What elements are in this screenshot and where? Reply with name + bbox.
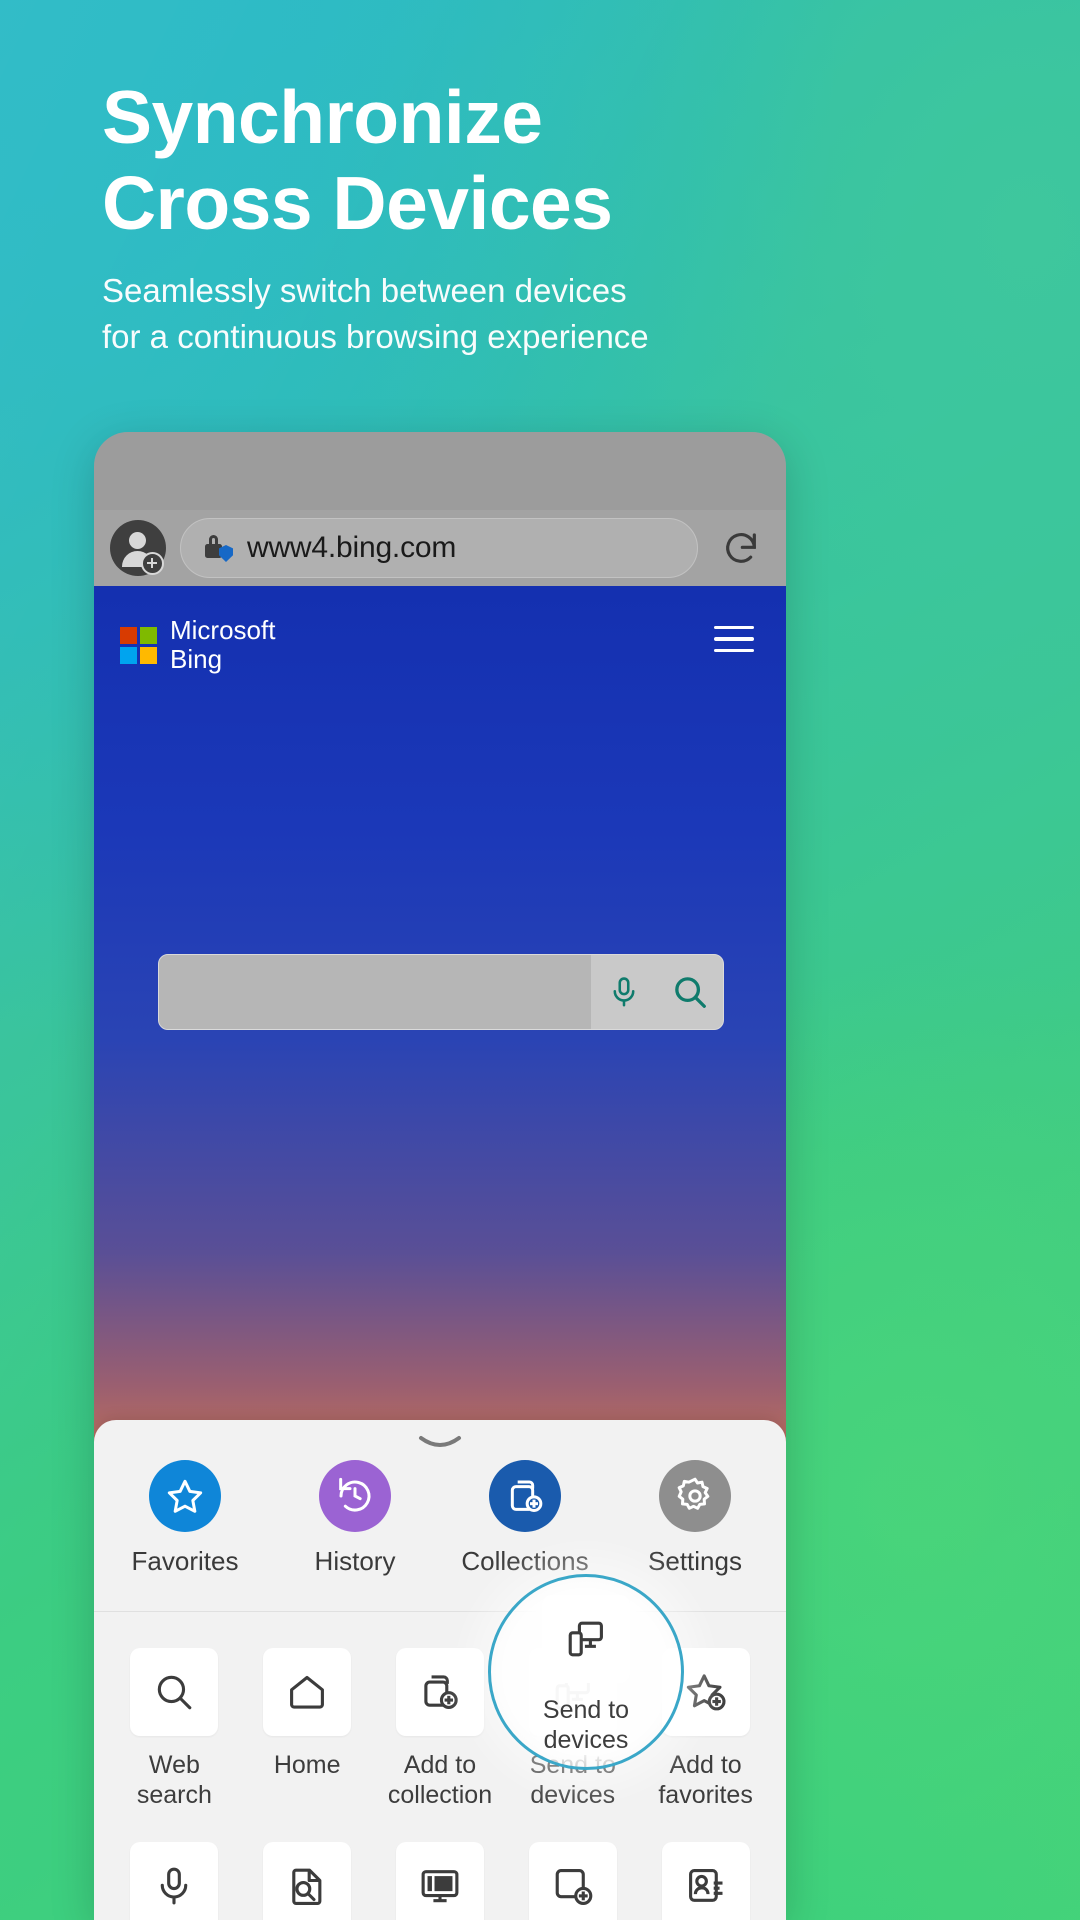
browser-status-bar [94,432,786,510]
page-subtitle: Seamlessly switch between devices for a … [102,272,649,355]
option-new-inprivate-tab[interactable]: New InPrivate tab [639,1832,772,1920]
avatar-plus-badge [141,552,164,575]
option-send-to-devices[interactable]: Send to devices [506,1638,639,1810]
search-icon[interactable] [657,973,723,1011]
history-icon [319,1460,391,1532]
option-label: Web search [136,1751,212,1809]
hamburger-menu-icon[interactable] [714,626,754,653]
page-title: Synchronize Cross Devices [102,75,613,245]
option-label: Home [273,1751,341,1779]
search-icon [130,1648,219,1736]
hero-text-block: Synchronize Cross Devices Seamlessly swi… [102,74,962,360]
microphone-icon[interactable] [591,975,657,1009]
option-web-search[interactable]: Web search [108,1638,241,1810]
option-view-desktop-site[interactable]: View desktop site [374,1832,507,1920]
bing-wordmark: Microsoft Bing [170,615,276,674]
sheet-divider [94,1611,786,1612]
option-voice-search[interactable]: Voice search [108,1832,241,1920]
bing-search-input[interactable] [158,954,724,1030]
refresh-icon[interactable] [712,519,770,577]
search-text-field[interactable] [159,955,591,1029]
quick-actions-row: Favorites History Collections Settings [94,1460,786,1602]
option-label: Send to devices [529,1751,616,1809]
find-on-page-icon [263,1842,352,1920]
browser-toolbar: www4.bing.com [94,510,786,586]
address-bar[interactable]: www4.bing.com [180,518,698,578]
quick-action-label: Settings [648,1546,742,1576]
quick-action-label: Collections [461,1546,589,1576]
option-find-on-page[interactable]: Find on page [241,1832,374,1920]
option-label: Add to collection [387,1751,493,1809]
quick-action-settings[interactable]: Settings [610,1460,780,1577]
microsoft-squares-icon [120,626,157,664]
options-grid-row-2: Voice search Find on page [108,1832,772,1920]
options-grid: Web search Home Add to collection Send t… [94,1616,786,1920]
quick-action-label: Favorites [131,1546,239,1576]
home-icon [263,1648,352,1736]
option-new-tab[interactable]: New tab [506,1832,639,1920]
send-to-devices-icon [528,1648,617,1736]
microsoft-bing-logo: Microsoft Bing [120,616,275,674]
collections-icon [489,1460,561,1532]
quick-action-label: History [314,1546,396,1576]
quick-action-collections[interactable]: Collections [440,1460,610,1577]
phone-mockup: www4.bing.com Microsoft Bing Favorites H… [94,432,786,1920]
add-to-collection-icon [395,1648,484,1736]
desktop-monitor-icon [395,1842,484,1920]
microphone-icon [130,1842,219,1920]
add-to-favorites-icon [661,1648,750,1736]
option-label: Add to favorites [658,1751,753,1809]
lock-shield-icon [203,533,233,563]
inprivate-tab-icon [661,1842,750,1920]
new-tab-icon [528,1842,617,1920]
sheet-drag-handle[interactable] [417,1434,463,1452]
options-grid-row-1: Web search Home Add to collection Send t… [108,1638,772,1810]
address-bar-url: www4.bing.com [247,531,457,564]
avatar-head [129,532,146,549]
star-icon [149,1460,221,1532]
option-add-to-collection[interactable]: Add to collection [374,1638,507,1810]
option-add-to-favorites[interactable]: Add to favorites [639,1638,772,1810]
profile-avatar-add-icon[interactable] [110,520,166,576]
option-home[interactable]: Home [241,1638,374,1810]
quick-action-history[interactable]: History [270,1460,440,1577]
gear-icon [659,1460,731,1532]
quick-action-favorites[interactable]: Favorites [100,1460,270,1577]
browser-options-sheet: Favorites History Collections Settings W… [94,1420,786,1920]
